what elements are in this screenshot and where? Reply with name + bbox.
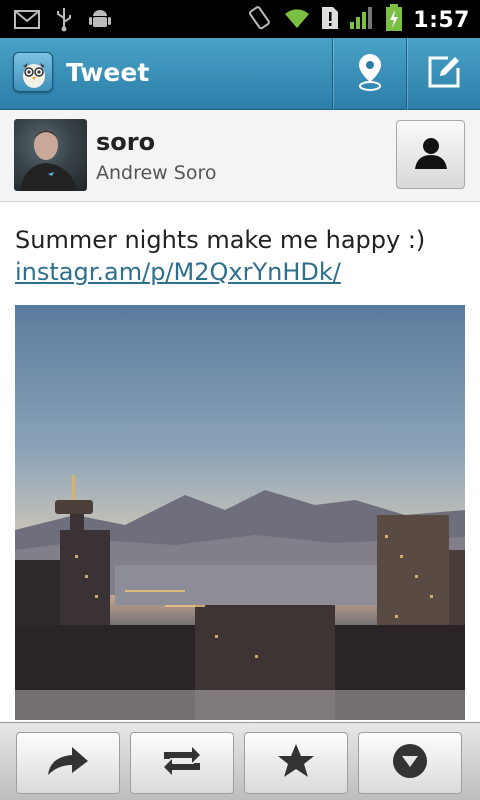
- compose-button[interactable]: [406, 38, 480, 110]
- android-debug-icon: [88, 7, 112, 35]
- tweet-body: Summer nights make me happy :) instagr.a…: [15, 224, 465, 288]
- avatar[interactable]: [14, 119, 87, 191]
- no-sim-icon: [321, 6, 339, 34]
- page-title: Tweet: [66, 58, 150, 87]
- favorite-star-icon: [276, 742, 316, 784]
- hootsuite-owl-icon[interactable]: [13, 52, 53, 92]
- more-options-button[interactable]: [358, 732, 462, 794]
- action-bar: Tweet: [0, 38, 480, 110]
- tweet-text: Summer nights make me happy :): [15, 226, 426, 254]
- reply-icon: [44, 743, 92, 783]
- status-time: 1:57: [413, 7, 470, 33]
- author-real-name: Andrew Soro: [96, 162, 217, 184]
- reply-button[interactable]: [16, 732, 120, 794]
- tweet-author-row[interactable]: soro Andrew Soro: [0, 110, 480, 202]
- more-dropdown-icon: [391, 742, 429, 784]
- view-profile-button[interactable]: [396, 120, 465, 189]
- bottom-toolbar: [0, 722, 480, 800]
- location-button[interactable]: [332, 38, 406, 110]
- gmail-icon: [14, 8, 40, 34]
- usb-icon: [54, 6, 74, 36]
- compose-icon: [426, 54, 462, 94]
- tweet-photo[interactable]: [15, 305, 465, 720]
- status-bar: 1:57: [0, 0, 480, 38]
- author-username: soro: [96, 128, 156, 156]
- vibrate-icon: [245, 5, 273, 35]
- tweet-link[interactable]: instagr.am/p/M2QxrYnHDk/: [15, 256, 465, 288]
- retweet-button[interactable]: [130, 732, 234, 794]
- person-icon: [411, 135, 451, 175]
- retweet-icon: [158, 743, 206, 783]
- signal-icon: [349, 6, 375, 34]
- favorite-button[interactable]: [244, 732, 348, 794]
- battery-charging-icon: [385, 4, 403, 36]
- location-pin-icon: [355, 52, 385, 96]
- wifi-icon: [283, 6, 311, 34]
